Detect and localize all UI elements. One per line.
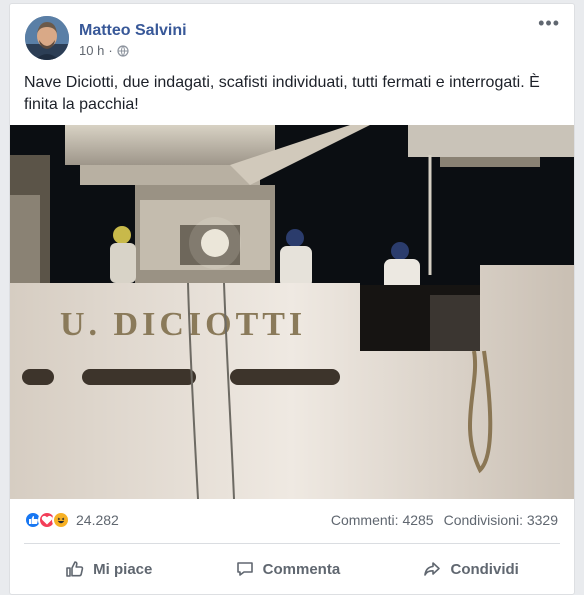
like-label: Mi piace — [93, 560, 153, 578]
share-button[interactable]: Condividi — [408, 553, 532, 585]
post-meta: 10 h · — [79, 43, 129, 58]
post-time[interactable]: 10 h — [79, 43, 104, 58]
thumbs-up-icon — [66, 561, 84, 577]
post-card: Matteo Salvini 10 h · ••• Nave Diciotti,… — [9, 3, 575, 595]
shares-count[interactable]: Condivisioni: 3329 — [444, 512, 558, 528]
comment-label: Commenta — [262, 560, 341, 578]
reactions-summary[interactable]: 24.282 — [24, 511, 119, 529]
meta-separator: · — [108, 43, 113, 58]
avatar-photo — [25, 16, 69, 60]
ship-name: U. DICIOTTI — [60, 306, 306, 343]
comment-icon — [236, 562, 253, 576]
divider — [24, 543, 560, 544]
author-name[interactable]: Matteo Salvini — [79, 22, 187, 40]
post-text: Nave Diciotti, due indagati, scafisti in… — [24, 74, 540, 113]
comments-count[interactable]: Commenti: 4285 — [331, 512, 434, 528]
post-stats: 24.282 Commenti: 4285 Condivisioni: 3329 — [24, 510, 558, 530]
post-photo[interactable]: U. DICIOTTI — [10, 125, 574, 499]
comment-button[interactable]: Commenta — [221, 553, 355, 585]
share-icon — [424, 562, 441, 576]
globe-icon[interactable] — [117, 44, 129, 57]
action-bar: Mi piace Commenta Condividi — [24, 551, 560, 587]
share-label: Condividi — [450, 560, 519, 578]
engagement-counts: Commenti: 4285 Condivisioni: 3329 — [331, 512, 558, 528]
more-options-icon[interactable]: ••• — [538, 14, 560, 32]
haha-icon — [52, 511, 70, 529]
reaction-count: 24.282 — [76, 512, 119, 528]
like-button[interactable]: Mi piace — [51, 553, 166, 585]
author-avatar[interactable] — [25, 16, 69, 60]
